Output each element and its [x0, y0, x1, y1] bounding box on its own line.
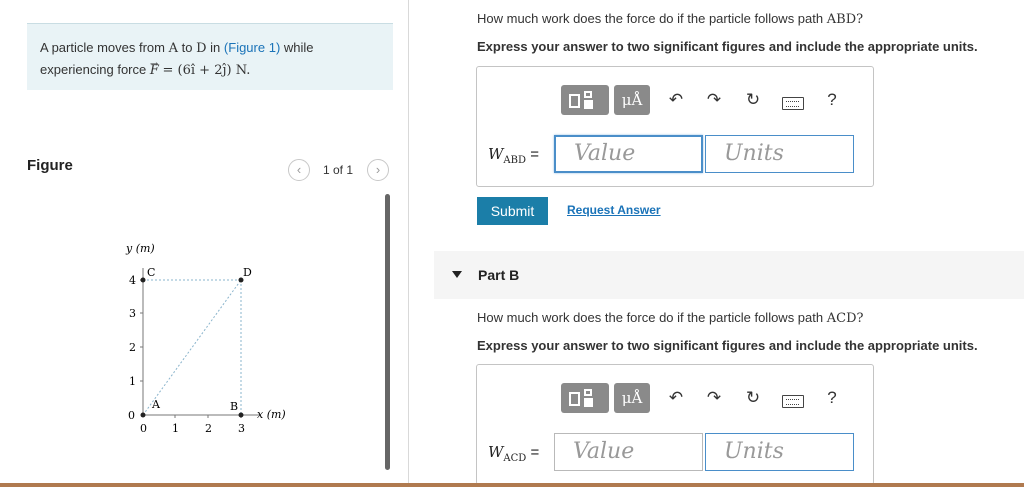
part-a-answer-box: μÅ ↶ ↷ ↻ ? WABD = Value Units [476, 66, 874, 187]
part-a-units-input[interactable]: Units [705, 135, 854, 173]
label-d: D [243, 266, 252, 279]
path-diagram: y (m) x (m) C D A B 0 1 2 3 4 0 1 2 3 [125, 242, 286, 435]
part-b-answer-box: μÅ ↶ ↷ ↻ ? WACD = Value Units [476, 364, 874, 485]
label-b: B [230, 400, 238, 413]
reset-icon: ↻ [745, 388, 761, 407]
y-tick-2: 2 [129, 341, 136, 354]
x-tick-2: 2 [205, 422, 212, 435]
figure-link[interactable]: (Figure 1) [224, 40, 280, 55]
keyboard-icon [782, 395, 804, 408]
part-b-variable-label: WACD = [488, 443, 540, 464]
reset-icon: ↻ [745, 90, 761, 109]
help-icon: ? [827, 90, 837, 109]
left-panel: A particle moves from A to D in (Figure … [0, 0, 408, 487]
figure-heading: Figure [27, 157, 73, 174]
y-tick-3: 3 [129, 307, 136, 320]
units-icon: μÅ [621, 389, 643, 407]
units-button[interactable]: μÅ [614, 383, 650, 413]
request-answer-link[interactable]: Request Answer [567, 203, 661, 217]
y-tick-4: 4 [129, 274, 136, 287]
templates-button[interactable] [561, 85, 609, 115]
chevron-right-icon: › [375, 162, 381, 177]
part-a-question: How much work does the force do if the p… [477, 11, 864, 27]
undo-button[interactable]: ↶ [663, 87, 689, 113]
y-axis-label: y (m) [125, 242, 155, 255]
x-tick-1: 1 [172, 422, 179, 435]
x-tick-0: 0 [140, 422, 147, 435]
redo-button[interactable]: ↷ [701, 87, 727, 113]
point-c [140, 277, 146, 283]
undo-icon: ↶ [668, 90, 684, 109]
part-b-value-input[interactable]: Value [554, 433, 703, 471]
part-b-instruction: Express your answer to two significant f… [477, 338, 978, 353]
redo-icon: ↷ [706, 90, 722, 109]
part-a-variable-label: WABD = [488, 145, 539, 166]
part-a-value-input[interactable]: Value [554, 135, 703, 173]
chevron-left-icon: ‹ [296, 162, 302, 177]
figure-pager: 1 of 1 [323, 163, 354, 177]
label-c: C [147, 266, 155, 279]
reset-button[interactable]: ↻ [740, 385, 766, 411]
force-vector: → F [149, 59, 159, 78]
next-figure-button[interactable]: › [367, 159, 389, 181]
keyboard-icon [782, 97, 804, 110]
path-ad [142, 279, 242, 416]
help-button[interactable]: ? [819, 385, 845, 411]
part-b-units-input[interactable]: Units [705, 433, 854, 471]
part-b-title: Part B [478, 267, 520, 283]
window-bottom-border [0, 483, 1024, 487]
right-panel: How much work does the force do if the p… [409, 0, 1024, 487]
undo-button[interactable]: ↶ [663, 385, 689, 411]
part-b-question: How much work does the force do if the p… [477, 310, 864, 326]
point-a [140, 412, 146, 418]
redo-button[interactable]: ↷ [701, 385, 727, 411]
units-icon: μÅ [621, 91, 643, 109]
point-b [238, 412, 244, 418]
submit-button[interactable]: Submit [477, 197, 548, 225]
problem-text: A particle moves from A to D in (Figure … [40, 40, 314, 78]
figure-scrollbar[interactable] [385, 194, 390, 470]
help-button[interactable]: ? [819, 87, 845, 113]
problem-statement: A particle moves from A to D in (Figure … [27, 23, 393, 90]
y-tick-1: 1 [129, 375, 136, 388]
redo-icon: ↷ [706, 388, 722, 407]
undo-icon: ↶ [668, 388, 684, 407]
previous-figure-button[interactable]: ‹ [288, 159, 310, 181]
reset-button[interactable]: ↻ [740, 87, 766, 113]
y-tick-0: 0 [128, 409, 135, 422]
x-tick-3: 3 [238, 422, 245, 435]
caret-down-icon [452, 271, 462, 278]
x-axis-label: x (m) [257, 408, 286, 421]
label-a: A [151, 398, 161, 411]
part-b-header[interactable]: Part B [434, 251, 1024, 299]
templates-button[interactable] [561, 383, 609, 413]
units-button[interactable]: μÅ [614, 85, 650, 115]
help-icon: ? [827, 388, 837, 407]
part-a-instruction: Express your answer to two significant f… [477, 39, 978, 54]
